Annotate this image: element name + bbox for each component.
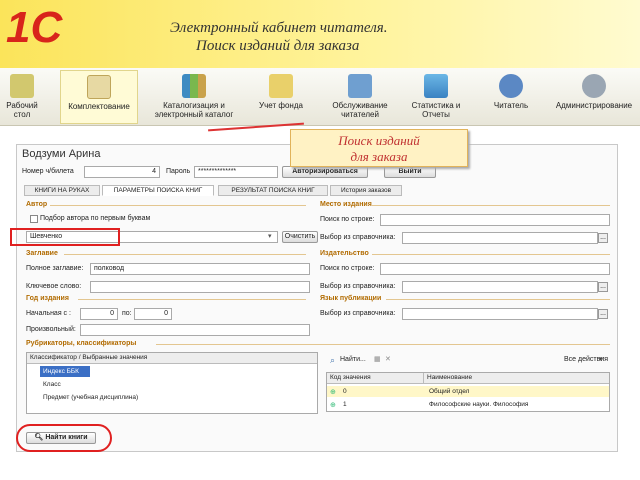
toolbar-reader[interactable]: Читатель: [484, 70, 538, 124]
divider: [78, 299, 306, 300]
publisher-search-input[interactable]: [380, 263, 610, 275]
password-label: Пароль: [166, 168, 191, 175]
page-subtitle: Поиск изданий для заказа: [196, 38, 360, 54]
full-title-input[interactable]: полковод: [90, 263, 310, 275]
keyword-label: Ключевое слово:: [26, 283, 82, 290]
grid-header-name[interactable]: Наименование: [423, 373, 609, 384]
full-title-label: Полное заглавие:: [26, 265, 84, 272]
toolbar-catalog[interactable]: Каталогизация и электронный каталог: [146, 70, 242, 124]
author-section: Автор: [26, 201, 48, 208]
place-ref-input[interactable]: [402, 232, 598, 244]
divider: [156, 344, 610, 345]
desktop-icon: [10, 74, 34, 98]
toolbar-stats[interactable]: Статистика и Отчеты: [408, 70, 464, 124]
plus-icon[interactable]: ⊕: [330, 388, 336, 396]
gear-icon: [582, 74, 606, 98]
place-search-input[interactable]: [380, 214, 610, 226]
divider: [50, 205, 306, 206]
plus-icon[interactable]: ⊕: [330, 401, 336, 409]
reader-name: Водзуми Арина: [22, 148, 101, 160]
svg-text:1С: 1С: [6, 3, 63, 48]
divider: [372, 254, 610, 255]
database-icon: [424, 74, 448, 98]
chevron-down-icon: ▾: [599, 356, 603, 363]
tab-search-params[interactable]: ПАРАМЕТРЫ ПОИСКА КНИГ: [102, 185, 214, 196]
row-code: 1: [343, 401, 347, 408]
tab-books-on-hand[interactable]: КНИГИ НА РУКАХ: [24, 185, 100, 196]
row-name: Философские науки. Философия: [429, 401, 529, 408]
clear-filter-icon[interactable]: ✕: [385, 355, 391, 363]
user-icon: [499, 74, 523, 98]
bag-icon: [87, 75, 111, 99]
year-start-label: Начальная с :: [26, 310, 71, 317]
tree-row[interactable]: Индекс ББК: [40, 366, 90, 377]
row-code: 0: [343, 388, 347, 395]
divider: [386, 299, 610, 300]
custom-year-label: Произвольный:: [26, 326, 76, 333]
place-select-button[interactable]: ...: [598, 233, 608, 243]
toolbar-fund[interactable]: Учет фонда: [258, 70, 304, 124]
rubric-section: Рубрикаторы, классификаторы: [26, 340, 137, 347]
clear-author-button[interactable]: Очистить: [282, 231, 318, 243]
find-link[interactable]: Найти...: [340, 356, 366, 363]
language-section: Язык публикации: [320, 295, 382, 302]
toolbar-acquisition[interactable]: Комплектование: [60, 70, 138, 124]
highlight-find-button: [16, 424, 112, 452]
callout-note: Поиск изданий для заказа: [290, 129, 468, 167]
card-number-input[interactable]: 4: [84, 166, 160, 178]
custom-year-input[interactable]: [80, 324, 310, 336]
exit-button[interactable]: Выйти: [384, 166, 436, 178]
publisher-ref-input[interactable]: [402, 281, 598, 293]
toolbar-service[interactable]: Обслуживание читателей: [322, 70, 398, 124]
year-section: Год издания: [26, 295, 69, 302]
tree-row[interactable]: Предмет (учебная дисциплина): [40, 392, 138, 403]
place-ref-label: Выбор из справочника:: [320, 234, 396, 241]
publisher-search-label: Поиск по строке:: [320, 265, 375, 272]
divider: [64, 254, 306, 255]
highlight-author: [10, 228, 120, 246]
language-ref-label: Выбор из справочника:: [320, 310, 396, 317]
chevron-down-icon[interactable]: ▾: [268, 232, 272, 240]
author-checkbox-label: Подбор автора по первым буквам: [40, 215, 151, 222]
place-search-label: Поиск по строке:: [320, 216, 375, 223]
authorize-button[interactable]: Авторизироваться: [282, 166, 368, 178]
classifier-header: Классификатор / Выбранные значения: [27, 353, 317, 364]
folder-icon: [269, 74, 293, 98]
page-title: Электронный кабинет читателя.: [170, 20, 388, 36]
tab-search-results[interactable]: РЕЗУЛЬТАТ ПОИСКА КНИГ: [218, 185, 328, 196]
card-label: Номер ч/билета: [22, 168, 74, 175]
1c-logo: 1С: [6, 3, 63, 48]
toolbar-desktop[interactable]: Рабочий стол: [2, 70, 42, 124]
language-ref-input[interactable]: [402, 308, 598, 320]
language-select-button[interactable]: ...: [598, 309, 608, 319]
author-checkbox[interactable]: [30, 215, 38, 223]
keyword-input[interactable]: [90, 281, 310, 293]
search-icon[interactable]: ⌕: [330, 355, 335, 366]
year-to-label: по:: [122, 310, 132, 317]
divider: [372, 205, 610, 206]
tree-row[interactable]: Класс: [40, 379, 61, 390]
toolbar-admin[interactable]: Администрирование: [550, 70, 638, 124]
publisher-select-button[interactable]: ...: [598, 282, 608, 292]
tab-order-history[interactable]: История заказов: [330, 185, 402, 196]
year-end-input[interactable]: 0: [134, 308, 172, 320]
filter-icon[interactable]: ▦: [374, 355, 381, 363]
publisher-section: Издательство: [320, 250, 369, 257]
place-section: Место издания: [320, 201, 372, 208]
password-input[interactable]: **************: [194, 166, 278, 178]
title-section: Заглавие: [26, 250, 58, 257]
books-icon: [182, 74, 206, 98]
row-name: Общий отдел: [429, 388, 470, 395]
book-icon: [348, 74, 372, 98]
grid-header-code[interactable]: Код значения: [327, 373, 423, 384]
publisher-ref-label: Выбор из справочника:: [320, 283, 396, 290]
year-start-input[interactable]: 0: [80, 308, 118, 320]
